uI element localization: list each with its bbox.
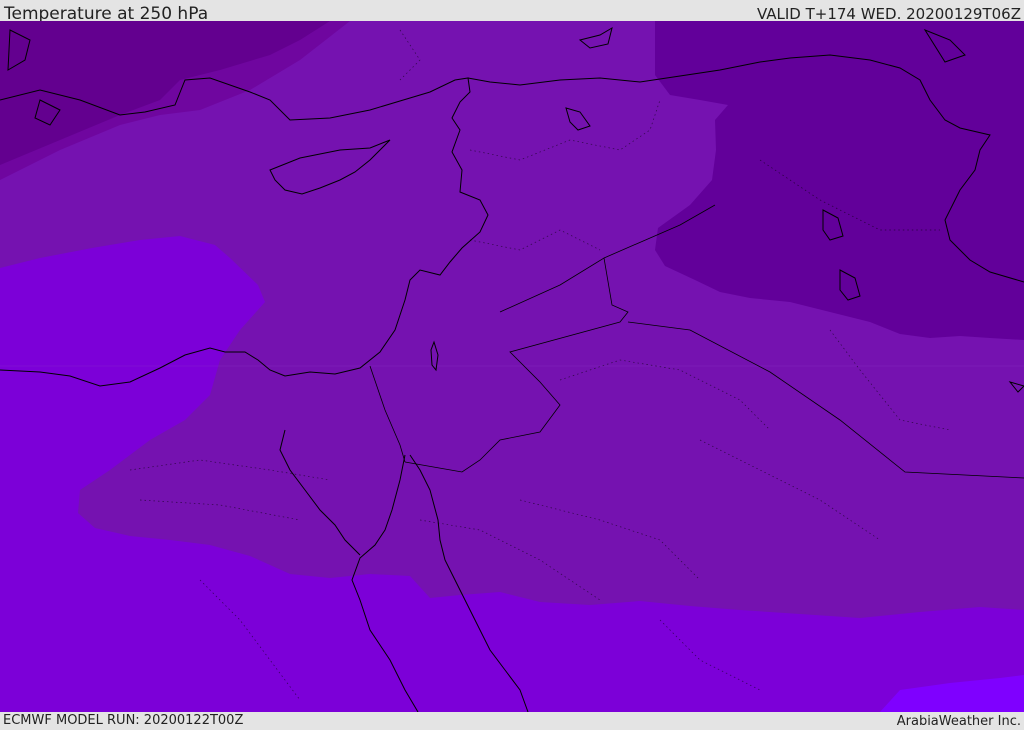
header-bar: Temperature at 250 hPa VALID T+174 WED. … bbox=[0, 0, 1024, 24]
credit-text: ArabiaWeather Inc. bbox=[896, 714, 1021, 729]
footer-bar: ECMWF MODEL RUN: 20200122T00Z ArabiaWeat… bbox=[0, 712, 1024, 729]
model-run: ECMWF MODEL RUN: 20200122T00Z bbox=[3, 713, 244, 728]
temperature-map bbox=[0, 21, 1024, 712]
